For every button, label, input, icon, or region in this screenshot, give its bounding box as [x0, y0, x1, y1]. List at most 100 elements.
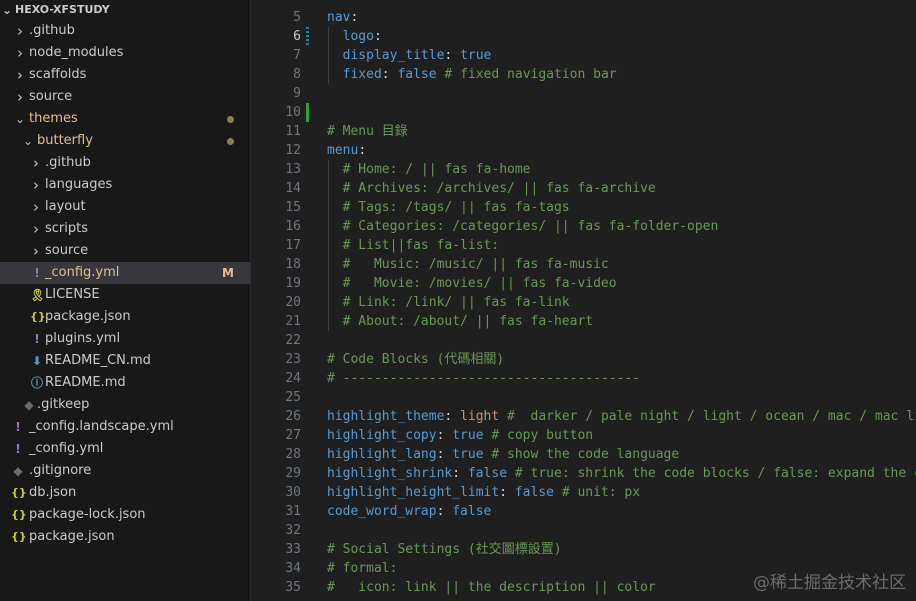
folder-item[interactable]: › layout	[0, 196, 250, 218]
code-line[interactable]: 30 highlight_height_limit: false # unit: …	[251, 483, 916, 502]
code-editor[interactable]: 5 nav: 6 logo: 7 display_title: true 8 fixed…	[251, 0, 916, 601]
file-item[interactable]: {} package.json	[0, 526, 250, 548]
code-text: # Code Blocks (代碼相關)	[327, 350, 504, 369]
code-line[interactable]: 23 # Code Blocks (代碼相關)	[251, 350, 916, 369]
yaml-file-icon: !	[15, 420, 21, 434]
code-line[interactable]: 15 # Tags: /tags/ || fas fa-tags	[251, 198, 916, 217]
tree-item-label: _config.landscape.yml	[29, 419, 174, 434]
chevron-down-icon: ⌄	[22, 134, 34, 148]
code-line[interactable]: 14 # Archives: /archives/ || fas fa-arch…	[251, 179, 916, 198]
line-number: 32	[285, 523, 301, 538]
code-line[interactable]: 12 menu:	[251, 141, 916, 160]
code-text: # Home: / || fas fa-home	[327, 160, 531, 179]
code-line[interactable]: 29 highlight_shrink: false # true: shrink…	[251, 464, 916, 483]
folder-item[interactable]: › languages	[0, 174, 250, 196]
code-line[interactable]: 16 # Categories: /categories/ || fas fa-…	[251, 217, 916, 236]
code-line[interactable]: 10	[251, 103, 916, 122]
tree-item-label: scripts	[45, 221, 88, 236]
code-line[interactable]: 20 # Link: /link/ || fas fa-link	[251, 293, 916, 312]
line-number: 6	[293, 29, 301, 44]
folder-item[interactable]: ⌄ themes	[0, 108, 250, 130]
code-line[interactable]: 5 nav:	[251, 8, 916, 27]
line-number: 8	[293, 67, 301, 82]
code-token: false	[514, 485, 554, 500]
file-item[interactable]: ◆ .gitkeep	[0, 394, 250, 416]
tree-item-label: source	[29, 89, 73, 104]
code-line[interactable]: 13 # Home: / || fas fa-home	[251, 160, 916, 179]
file-item[interactable]: ◆ .gitignore	[0, 460, 250, 482]
code-line[interactable]: 32	[251, 521, 916, 540]
line-number: 9	[293, 86, 301, 101]
code-line[interactable]: 6 logo:	[251, 27, 916, 46]
code-text: fixed: false # fixed navigation bar	[327, 65, 617, 84]
chevron-right-icon: ›	[17, 22, 23, 40]
line-number: 28	[285, 447, 301, 462]
code-token: # Social Settings (社交圖標設置)	[327, 542, 562, 557]
file-item[interactable]: {} package-lock.json	[0, 504, 250, 526]
tree-item-label: source	[45, 243, 89, 258]
code-token: # icon: link || the description || color	[327, 580, 656, 595]
tree-item-label: themes	[29, 111, 78, 126]
file-item[interactable]: {} db.json	[0, 482, 250, 504]
code-line[interactable]: 17 # List||fas fa-list:	[251, 236, 916, 255]
code-token: # formal:	[327, 561, 398, 576]
code-text: # formal:	[327, 559, 397, 578]
code-line[interactable]: 26 highlight_theme: light # darker / pale…	[251, 407, 916, 426]
code-text: # Categories: /categories/ || fas fa-fol…	[327, 217, 719, 236]
watermark: @稀土掘金技术社区	[753, 573, 906, 593]
code-text: # --------------------------------------	[327, 369, 640, 388]
folder-item[interactable]: ⌄ butterfly	[0, 130, 250, 152]
file-item[interactable]: ! plugins.yml	[0, 328, 250, 350]
file-item[interactable]: ⓘ README.md	[0, 372, 250, 394]
file-item[interactable]: ! _config.yml M	[0, 262, 250, 284]
code-token: :	[436, 428, 453, 443]
code-line[interactable]: 19 # Movie: /movies/ || fas fa-video	[251, 274, 916, 293]
code-token: :	[436, 504, 453, 519]
code-line[interactable]: 22	[251, 331, 916, 350]
code-line[interactable]: 7 display_title: true	[251, 46, 916, 65]
folder-item[interactable]: › source	[0, 86, 250, 108]
line-number: 24	[285, 371, 301, 386]
code-token: false	[467, 466, 508, 481]
readme-info-icon: ⓘ	[30, 376, 43, 390]
file-item[interactable]: 🎗 LICENSE	[0, 284, 250, 306]
folder-item[interactable]: › node_modules	[0, 42, 250, 64]
file-item[interactable]: ⬇ README_CN.md	[0, 350, 250, 372]
code-text: nav:	[327, 8, 358, 27]
code-line[interactable]: 28 highlight_lang: true # show the code l…	[251, 445, 916, 464]
code-line[interactable]: 25	[251, 388, 916, 407]
code-line[interactable]: 11 # Menu 目錄	[251, 122, 916, 141]
code-line[interactable]: 31 code_word_wrap: false	[251, 502, 916, 521]
code-line[interactable]: 24 # ------------------------------------…	[251, 369, 916, 388]
code-line[interactable]: 8 fixed: false # fixed navigation bar	[251, 65, 916, 84]
code-token: true	[452, 428, 484, 443]
code-text: display_title: true	[327, 46, 492, 65]
yaml-file-icon: !	[34, 332, 40, 346]
gutter-added-marker	[306, 103, 309, 122]
file-item[interactable]: ! _config.yml	[0, 438, 250, 460]
folder-item[interactable]: › .github	[0, 152, 250, 174]
file-item[interactable]: {} package.json	[0, 306, 250, 328]
code-line[interactable]: 9	[251, 84, 916, 103]
explorer-root[interactable]: ⌄ HEXO-XFSTUDY	[0, 0, 250, 20]
file-item[interactable]: ! _config.landscape.yml	[0, 416, 250, 438]
code-line[interactable]: 21 # About: /about/ || fas fa-heart	[251, 312, 916, 331]
code-token: highlight_height_limit	[327, 485, 500, 500]
modified-dot	[227, 138, 234, 145]
folder-item[interactable]: › scripts	[0, 218, 250, 240]
folder-item[interactable]: › scaffolds	[0, 64, 250, 86]
line-number: 26	[285, 409, 301, 424]
gutter-modified-marker	[306, 27, 309, 46]
code-token: false	[397, 67, 437, 82]
json-file-icon: {}	[11, 530, 27, 543]
folder-item[interactable]: › .github	[0, 20, 250, 42]
line-number: 18	[285, 257, 301, 272]
code-text: # List||fas fa-list:	[327, 236, 500, 255]
code-line[interactable]: 33 # Social Settings (社交圖標設置)	[251, 540, 916, 559]
code-line[interactable]: 27 highlight_copy: true # copy button	[251, 426, 916, 445]
code-line[interactable]: 18 # Music: /music/ || fas fa-music	[251, 255, 916, 274]
folder-item[interactable]: › source	[0, 240, 250, 262]
